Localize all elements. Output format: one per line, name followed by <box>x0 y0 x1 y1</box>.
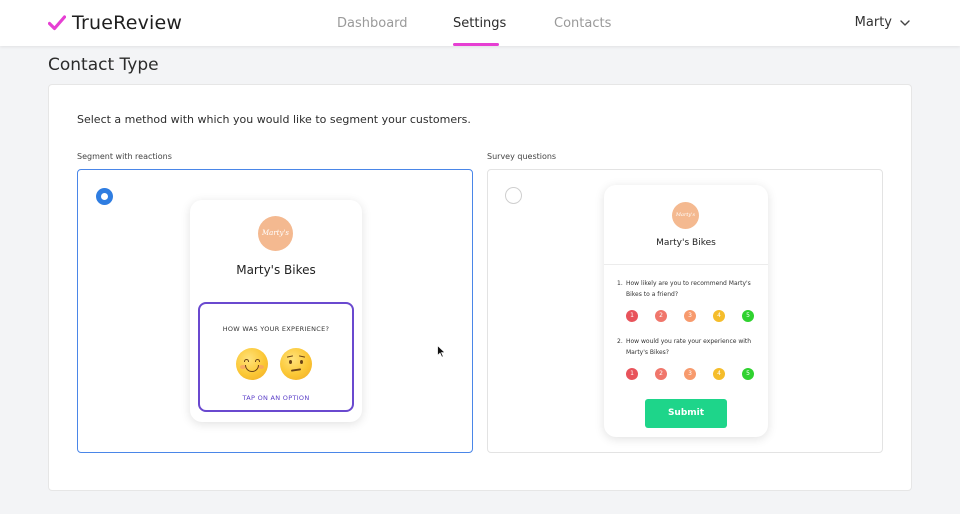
tap-hint: TAP ON AN OPTION <box>242 394 310 402</box>
rating-option: 4 <box>713 368 725 380</box>
business-name: Marty's Bikes <box>236 263 316 277</box>
rating-option: 3 <box>684 310 696 322</box>
option-card-reactions[interactable]: Marty's Marty's Bikes HOW WAS YOUR EXPER… <box>77 169 473 453</box>
nav-item-settings[interactable]: Settings <box>453 16 506 31</box>
business-logo: Marty's <box>672 202 699 229</box>
rating-scale: 1 2 3 4 5 <box>626 368 756 380</box>
radio-reactions[interactable] <box>96 188 113 205</box>
rating-option: 5 <box>742 310 754 322</box>
survey-question: 2. How would you rate your experience wi… <box>617 336 757 358</box>
business-name: Marty's Bikes <box>656 238 716 248</box>
option-label-survey: Survey questions <box>487 152 557 161</box>
survey-preview: Marty's Marty's Bikes 1. How likely are … <box>604 185 768 437</box>
question-number: 2. <box>617 338 623 345</box>
chevron-down-icon <box>900 15 910 30</box>
confused-face-icon <box>280 348 312 380</box>
rating-option: 3 <box>684 368 696 380</box>
page-title: Contact Type <box>48 55 159 75</box>
reaction-preview: Marty's Marty's Bikes HOW WAS YOUR EXPER… <box>190 200 362 422</box>
divider <box>604 264 768 265</box>
rating-scale: 1 2 3 4 5 <box>626 310 756 322</box>
submit-button: Submit <box>645 399 727 428</box>
radio-survey[interactable] <box>505 187 522 204</box>
main-nav: Dashboard Settings Contacts <box>0 0 960 46</box>
question-text: How likely are you to recommend Marty's … <box>626 280 751 298</box>
rating-option: 1 <box>626 368 638 380</box>
contact-type-card: Select a method with which you would lik… <box>48 84 912 491</box>
rating-option: 5 <box>742 368 754 380</box>
rating-option: 2 <box>655 368 667 380</box>
question-text: How would you rate your experience with … <box>626 338 752 356</box>
option-card-survey[interactable]: Marty's Marty's Bikes 1. How likely are … <box>487 169 883 453</box>
top-nav-bar: TrueReview Dashboard Settings Contacts M… <box>0 0 960 46</box>
rating-option: 4 <box>713 310 725 322</box>
reaction-question: HOW WAS YOUR EXPERIENCE? <box>222 325 330 333</box>
user-name: Marty <box>854 15 892 30</box>
mouse-cursor-icon <box>437 343 447 362</box>
survey-question: 1. How likely are you to recommend Marty… <box>617 278 757 300</box>
nav-item-dashboard[interactable]: Dashboard <box>337 16 408 31</box>
intro-text: Select a method with which you would lik… <box>77 113 471 126</box>
user-menu[interactable]: Marty <box>855 15 910 30</box>
business-logo: Marty's <box>258 216 293 251</box>
question-number: 1. <box>617 280 623 287</box>
active-tab-indicator <box>453 43 499 46</box>
reaction-box: HOW WAS YOUR EXPERIENCE? TAP ON AN OPTIO… <box>198 302 354 412</box>
rating-option: 1 <box>626 310 638 322</box>
rating-option: 2 <box>655 310 667 322</box>
option-label-reactions: Segment with reactions <box>77 152 172 161</box>
smiling-face-icon <box>236 348 268 380</box>
nav-item-contacts[interactable]: Contacts <box>554 16 611 31</box>
